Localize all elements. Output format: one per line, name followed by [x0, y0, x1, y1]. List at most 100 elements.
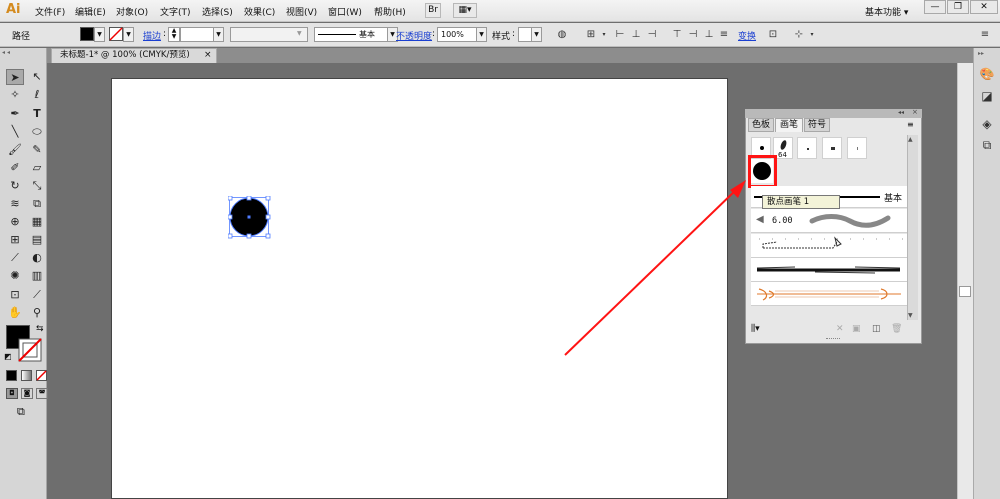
- none-mode-icon[interactable]: [36, 370, 47, 381]
- color-guide-icon[interactable]: ◪: [978, 88, 996, 104]
- gradient-mode-icon[interactable]: [21, 370, 32, 381]
- small-dot-brush-thumb[interactable]: [797, 137, 817, 159]
- isolate-icon[interactable]: ⊡: [766, 28, 780, 41]
- type-icon[interactable]: T: [28, 106, 46, 122]
- align-vertical-center-icon[interactable]: ⊣: [686, 28, 700, 41]
- selection-tool-icon[interactable]: ➤: [6, 69, 24, 85]
- dashed-brush-row[interactable]: [751, 234, 907, 258]
- tilted-brush-thumb[interactable]: [822, 137, 842, 159]
- stroke-panel-link[interactable]: 描边: [143, 29, 161, 42]
- draw-inside-icon[interactable]: ◚: [36, 388, 48, 399]
- pencil-icon[interactable]: ✎: [28, 142, 46, 158]
- stroke-dropdown-button[interactable]: ▼: [123, 27, 134, 42]
- panel-scrollbar[interactable]: [907, 135, 918, 320]
- graphic-style-swatch[interactable]: [518, 27, 532, 42]
- fill-dropdown-button[interactable]: ▼: [94, 27, 105, 42]
- menu-type[interactable]: 文字(T): [160, 5, 191, 18]
- slice-icon[interactable]: ⟋: [28, 287, 46, 303]
- arrange-documents-button[interactable]: ▦▾: [453, 3, 477, 18]
- rough-brush-row[interactable]: [751, 258, 907, 282]
- tab-symbols[interactable]: 符号: [804, 118, 830, 132]
- panel-close-icon[interactable]: ×: [912, 108, 918, 116]
- bridge-button[interactable]: Br: [425, 3, 441, 18]
- align-to-icon[interactable]: ⊞: [584, 28, 598, 41]
- pressure-brush-row[interactable]: ◀ 6.00: [751, 209, 907, 233]
- close-tab-icon[interactable]: ×: [204, 50, 212, 60]
- mesh-icon[interactable]: ⊞: [6, 232, 24, 248]
- close-window-button[interactable]: ✕: [970, 0, 998, 14]
- remove-stroke-icon[interactable]: ✕: [836, 324, 844, 334]
- faint-brush-thumb[interactable]: [847, 137, 867, 159]
- brush-options-icon[interactable]: ▣: [852, 324, 861, 334]
- direct-selection-icon[interactable]: ↖: [28, 69, 46, 85]
- opacity-panel-link[interactable]: 不透明度: [396, 29, 432, 42]
- brush-libraries-icon[interactable]: ⫼▾: [751, 324, 760, 334]
- swap-colors-icon[interactable]: ⇆: [36, 324, 44, 334]
- symbol-sprayer-icon[interactable]: ✺: [6, 268, 24, 284]
- align-right-icon[interactable]: ⊣: [645, 28, 659, 41]
- recolor-artwork-icon[interactable]: ◍: [555, 28, 569, 41]
- transform-panel-link[interactable]: 变换: [738, 29, 756, 42]
- eyedropper-icon[interactable]: ⟋: [6, 250, 24, 266]
- selected-circle-artwork[interactable]: [228, 196, 272, 240]
- menu-view[interactable]: 视图(V): [286, 5, 317, 18]
- minimize-button[interactable]: —: [924, 0, 946, 14]
- color-icon[interactable]: 🎨: [978, 66, 996, 82]
- align-left-icon[interactable]: ⊢: [613, 28, 627, 41]
- stroke-weight-dropdown[interactable]: ▼: [213, 27, 224, 42]
- color-mode-icon[interactable]: [6, 370, 17, 381]
- blend-icon[interactable]: ◐: [28, 250, 46, 266]
- fill-swatch[interactable]: [80, 27, 94, 41]
- draw-behind-icon[interactable]: ◙: [21, 388, 33, 399]
- align-to-dropdown-icon[interactable]: ▾: [597, 28, 611, 41]
- stroke-color-swatch[interactable]: [18, 338, 42, 362]
- align-bottom-icon[interactable]: ⊥: [702, 28, 716, 41]
- workspace-switcher[interactable]: 基本功能 ▾: [865, 5, 908, 18]
- dock-collapse-icon[interactable]: ▸▸: [978, 50, 984, 57]
- menu-effect[interactable]: 效果(C): [244, 5, 275, 18]
- default-colors-icon[interactable]: ◩: [4, 352, 12, 361]
- menu-help[interactable]: 帮助(H): [374, 5, 406, 18]
- scroll-up-icon[interactable]: ▲: [908, 136, 913, 143]
- magic-wand-icon[interactable]: ✧: [6, 87, 24, 103]
- draw-normal-icon[interactable]: ◘: [6, 388, 18, 399]
- hand-icon[interactable]: ✋: [6, 305, 24, 321]
- transparency-icon[interactable]: ⧉: [978, 137, 996, 153]
- rotate-icon[interactable]: ↻: [6, 178, 24, 194]
- warp-icon[interactable]: ≋: [6, 196, 24, 212]
- distribute-icon[interactable]: ≡: [717, 28, 731, 41]
- stroke-swatch[interactable]: [109, 27, 123, 41]
- opacity-input[interactable]: 100%: [437, 27, 477, 42]
- align-horizontal-center-icon[interactable]: ⊥: [629, 28, 643, 41]
- panel-resize-grip[interactable]: [826, 338, 840, 340]
- panel-menu-icon[interactable]: ≡: [907, 120, 914, 129]
- stroke-weight-stepper[interactable]: ▲ ▼: [168, 27, 180, 42]
- column-graph-icon[interactable]: ▥: [28, 268, 46, 284]
- menu-window[interactable]: 窗口(W): [328, 5, 362, 18]
- tab-brushes[interactable]: 画笔: [775, 118, 803, 132]
- paintbrush-icon[interactable]: 🖌: [6, 142, 24, 158]
- tools-collapse-icon[interactable]: ◂◂: [2, 49, 44, 56]
- control-panel-menu-icon[interactable]: ≡: [978, 28, 992, 41]
- arrow-decor-brush-row[interactable]: [751, 282, 907, 306]
- free-transform-icon[interactable]: ⧉: [28, 196, 46, 212]
- select-similar-dropdown-icon[interactable]: ▾: [805, 28, 819, 41]
- zoom-icon[interactable]: ⚲: [28, 305, 46, 321]
- eraser-icon[interactable]: ▱: [28, 160, 46, 176]
- artboard-icon[interactable]: ⊡: [6, 287, 24, 303]
- graphic-style-dropdown[interactable]: ▼: [531, 27, 542, 42]
- document-tab[interactable]: 未标题-1* @ 100% (CMYK/预览): [51, 48, 217, 63]
- scroll-down-icon[interactable]: ▼: [908, 312, 913, 319]
- stroke-weight-input[interactable]: [180, 27, 214, 42]
- scrollbar-thumb[interactable]: [959, 286, 971, 297]
- delete-brush-icon[interactable]: 🗑: [891, 324, 902, 334]
- new-brush-icon[interactable]: ◫: [872, 324, 881, 334]
- opacity-dropdown[interactable]: ▼: [476, 27, 487, 42]
- perspective-icon[interactable]: ▦: [28, 214, 46, 230]
- lasso-icon[interactable]: ℓ: [28, 87, 46, 103]
- ellipse-icon[interactable]: ⬭: [28, 124, 46, 140]
- menu-edit[interactable]: 编辑(E): [75, 5, 106, 18]
- menu-file[interactable]: 文件(F): [35, 5, 65, 18]
- scale-icon[interactable]: ⤡: [28, 178, 46, 194]
- brush-definition-dropdown[interactable]: 基本: [314, 27, 388, 42]
